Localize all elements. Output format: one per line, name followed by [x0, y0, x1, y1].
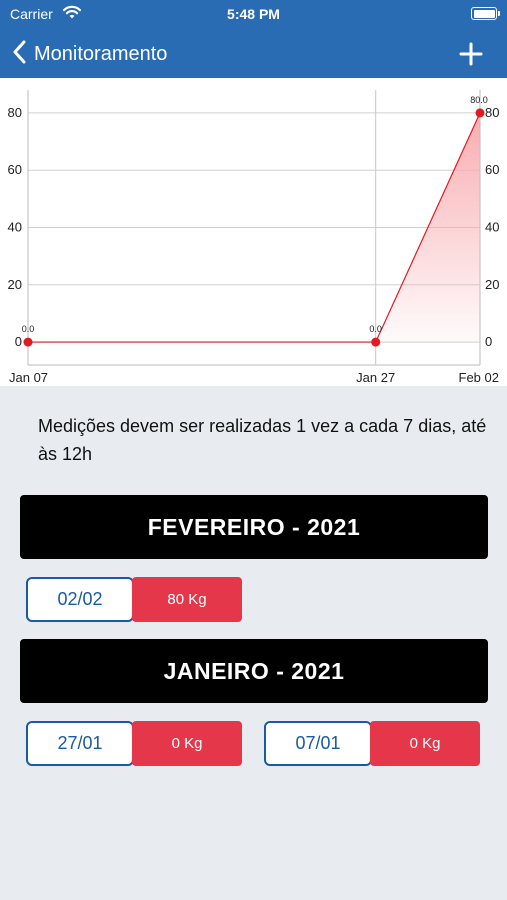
- measurement-info: Medições devem ser realizadas 1 vez a ca…: [38, 416, 487, 464]
- x-tick-label: Feb 02: [459, 370, 499, 385]
- measurement-item[interactable]: 27/01 0 Kg: [26, 721, 242, 766]
- month-header-january: JANEIRO - 2021: [20, 639, 488, 703]
- y-tick-label-right: 80: [485, 105, 499, 120]
- y-tick-label-right: 20: [485, 277, 499, 292]
- data-label: 80.0: [470, 95, 488, 105]
- y-tick-label: 40: [8, 220, 22, 235]
- data-point: [371, 337, 381, 347]
- navigation-bar: Monitoramento: [0, 30, 507, 78]
- y-tick-label-right: 60: [485, 162, 499, 177]
- y-tick-label-right: 40: [485, 220, 499, 235]
- x-tick-label: Jan 27: [356, 370, 395, 385]
- measurement-weight: 80 Kg: [132, 577, 242, 622]
- chart-svg: 0 0 20 20 40 40 60 60 80 80 Jan 07 Jan 27 Feb 02 0.0 0…: [8, 90, 499, 385]
- page-title: Monitoramento: [34, 42, 168, 65]
- clock: 5:48 PM: [227, 6, 280, 22]
- month-header-february: FEVEREIRO - 2021: [20, 495, 488, 559]
- x-tick-label: Jan 07: [9, 370, 48, 385]
- battery-icon: [471, 7, 500, 20]
- y-tick-label: 0: [15, 334, 22, 349]
- data-label: 0.0: [369, 324, 382, 334]
- y-tick-label: 20: [8, 277, 22, 292]
- plus-icon: [457, 42, 485, 72]
- measurement-date: 02/02: [26, 577, 134, 622]
- add-button[interactable]: [457, 40, 485, 68]
- measurement-date: 07/01: [264, 721, 372, 766]
- y-tick-label: 80: [8, 105, 22, 120]
- measurement-weight: 0 Kg: [132, 721, 242, 766]
- status-bar: Carrier 5:48 PM: [0, 0, 507, 30]
- data-label: 0.0: [22, 324, 35, 334]
- back-button[interactable]: Monitoramento: [12, 38, 167, 70]
- data-point: [23, 337, 33, 347]
- measurement-item[interactable]: 02/02 80 Kg: [26, 577, 242, 622]
- measurement-weight: 0 Kg: [370, 721, 480, 766]
- y-tick-label: 60: [8, 162, 22, 177]
- y-tick-label-right: 0: [485, 334, 492, 349]
- chevron-left-icon: [12, 40, 26, 69]
- measurement-date: 27/01: [26, 721, 134, 766]
- weight-chart: 0 0 20 20 40 40 60 60 80 80 Jan 07 Jan 27 Feb 02 0.0 0…: [0, 78, 507, 386]
- data-point: [475, 108, 485, 118]
- measurement-item[interactable]: 07/01 0 Kg: [264, 721, 480, 766]
